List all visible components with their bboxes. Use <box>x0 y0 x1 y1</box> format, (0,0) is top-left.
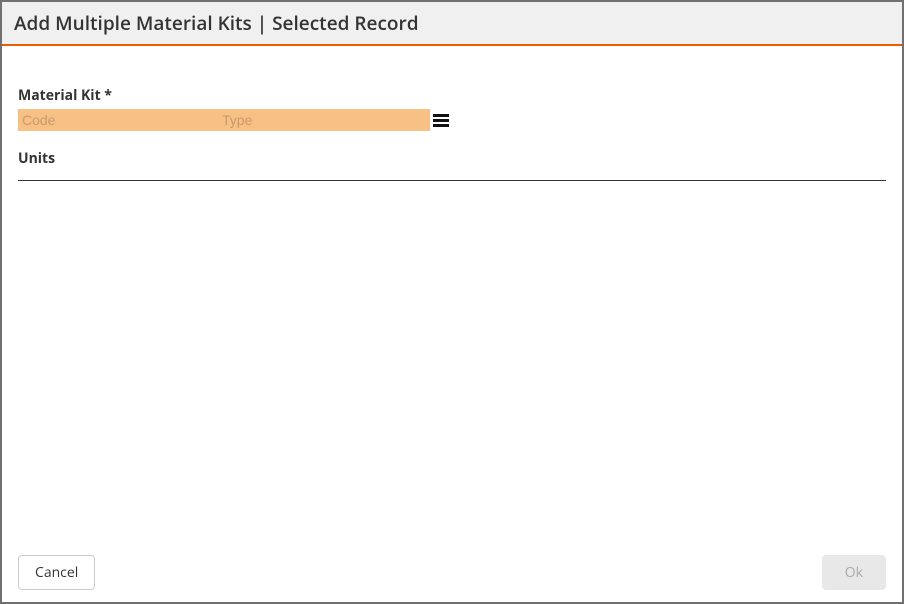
material-kit-code-input[interactable] <box>18 109 218 131</box>
material-kit-label: Material Kit * <box>18 86 886 105</box>
dialog-header: Add Multiple Material Kits | Selected Re… <box>2 2 902 46</box>
material-kit-combo[interactable] <box>18 109 430 131</box>
lookup-icon[interactable] <box>432 111 450 129</box>
units-section: Units <box>18 149 886 181</box>
dialog-title: Add Multiple Material Kits | Selected Re… <box>14 10 890 36</box>
material-kit-group: Material Kit * <box>18 86 886 131</box>
units-label: Units <box>18 149 886 168</box>
dialog-footer: Cancel Ok <box>2 543 902 602</box>
material-kit-type-input[interactable] <box>218 109 430 131</box>
ok-button[interactable]: Ok <box>822 555 886 590</box>
material-kit-row <box>18 109 886 131</box>
dialog-container: Add Multiple Material Kits | Selected Re… <box>0 0 904 604</box>
dialog-body: Material Kit * Units <box>2 46 902 543</box>
units-divider <box>18 180 886 181</box>
cancel-button[interactable]: Cancel <box>18 555 95 590</box>
